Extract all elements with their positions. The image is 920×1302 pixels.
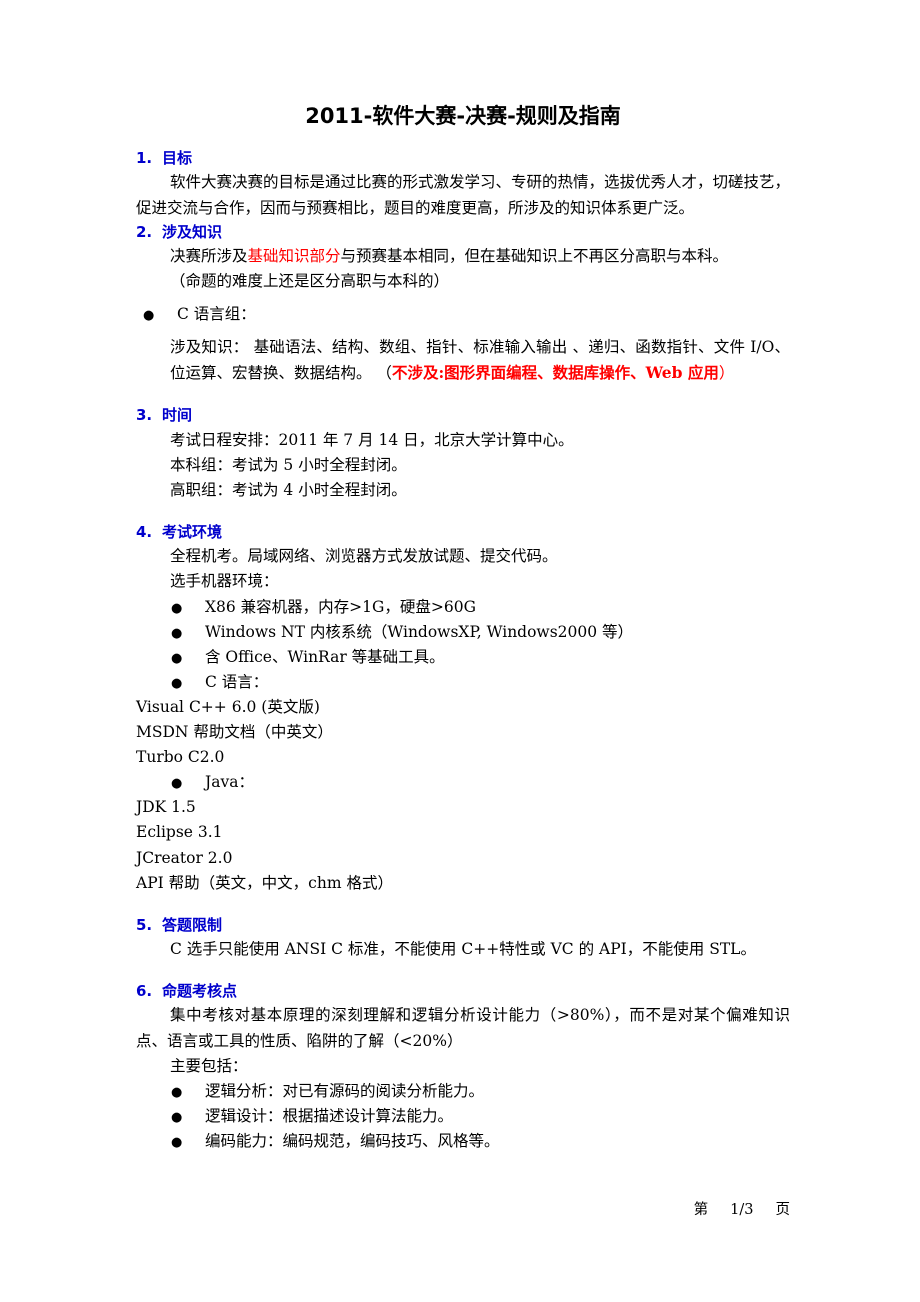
footer-suffix: 页 bbox=[775, 1202, 791, 1218]
section-heading-5: 5. 答题限制 bbox=[136, 914, 790, 937]
section-number-1: 1. bbox=[136, 149, 153, 168]
section-1-body: 软件大赛决赛的目标是通过比赛的形式激发学习、专研的热情，选拔优秀人才，切磋技艺，… bbox=[136, 173, 791, 217]
section-5-body: C 选手只能使用 ANSI C 标准，不能使用 C++特性或 VC 的 API，… bbox=[170, 940, 756, 959]
c-tool-turbo-c: Turbo C2.0 bbox=[136, 748, 225, 767]
bullet-dot-icon: ● bbox=[171, 1084, 183, 1100]
section-title-6: 命题考核点 bbox=[162, 982, 238, 1001]
section-title-3: 时间 bbox=[162, 406, 193, 425]
list-item-c-group: ● C 语言组： bbox=[143, 302, 790, 327]
c-tool-msdn: MSDN 帮助文档（中英文） bbox=[136, 723, 333, 742]
section-heading-2: 2. 涉及知识 bbox=[136, 221, 790, 244]
section-heading-4: 4. 考试环境 bbox=[136, 521, 790, 544]
list-item-label: 编码能力：编码规范，编码技巧、风格等。 bbox=[205, 1131, 500, 1150]
list-item-env-c-language: ● C 语言： bbox=[171, 670, 790, 695]
bullet-dot-icon: ● bbox=[143, 308, 155, 324]
section-4-line1: 全程机考。局域网络、浏览器方式发放试题、提交代码。 bbox=[170, 547, 558, 566]
page-title: 2011-软件大赛-决赛-规则及指南 bbox=[305, 104, 621, 128]
list-item-label: C 语言： bbox=[205, 672, 269, 691]
footer-prefix: 第 bbox=[693, 1202, 709, 1218]
list-item-label: Windows NT 内核系统（WindowsXP, Windows2000 等… bbox=[205, 622, 634, 641]
bullet-dot-icon: ● bbox=[171, 625, 183, 641]
section-title-2: 涉及知识 bbox=[162, 222, 223, 241]
list-item-label: C 语言组： bbox=[177, 305, 256, 324]
section-number-2: 2. bbox=[136, 222, 153, 241]
c-tool-visual-cpp: Visual C++ 6.0 (英文版) bbox=[136, 697, 320, 716]
list-item-env-java: ● Java： bbox=[171, 770, 790, 795]
section-3-line1: 考试日程安排：2011 年 7 月 14 日，北京大学计算中心。 bbox=[170, 430, 574, 449]
list-item-logic-design: ● 逻辑设计：根据描述设计算法能力。 bbox=[171, 1104, 790, 1129]
section-title-1: 目标 bbox=[162, 149, 193, 168]
section-number-4: 4. bbox=[136, 523, 153, 542]
section-4-line2: 选手机器环境： bbox=[170, 572, 279, 591]
section-6-intro: 主要包括： bbox=[170, 1056, 248, 1075]
bullet-dot-icon: ● bbox=[171, 776, 183, 792]
section-2-highlight: 基础知识部分 bbox=[247, 246, 341, 265]
java-tool-api-doc: API 帮助（英文，中文，chm 格式） bbox=[136, 873, 393, 892]
list-item-env-hardware: ● X86 兼容机器，内存>1G，硬盘>60G bbox=[171, 595, 790, 620]
section-6-body: 集中考核对基本原理的深刻理解和逻辑分析设计能力（>80%），而不是对某个偏难知识… bbox=[136, 1006, 790, 1050]
section-heading-1: 1. 目标 bbox=[136, 147, 790, 170]
list-item-label: 含 Office、WinRar 等基础工具。 bbox=[205, 647, 445, 666]
bullet-dot-icon: ● bbox=[171, 675, 183, 691]
list-item-label: X86 兼容机器，内存>1G，硬盘>60G bbox=[205, 597, 477, 616]
section-title-4: 考试环境 bbox=[162, 523, 223, 542]
section-2-line1-post: 与预赛基本相同，但在基础知识上不再区分高职与本科。 bbox=[340, 246, 729, 265]
bullet-dot-icon: ● bbox=[171, 600, 183, 616]
section-title-5: 答题限制 bbox=[162, 915, 223, 934]
section-2-line1-pre: 决赛所涉及 bbox=[170, 246, 248, 265]
bullet-dot-icon: ● bbox=[171, 1109, 183, 1125]
list-item-env-os: ● Windows NT 内核系统（WindowsXP, Windows2000… bbox=[171, 620, 790, 645]
section-2-knowledge: 涉及知识： 基础语法、结构、数组、指针、标准输入输出 、递归、函数指针、文件 I… bbox=[170, 335, 790, 386]
section-2-line2: （命题的难度上还是区分高职与本科的） bbox=[170, 272, 450, 291]
document-body: 2011-软件大赛-决赛-规则及指南 1. 目标 软件大赛决赛的目标是通过比赛的… bbox=[136, 104, 790, 1154]
section-3-line3: 高职组：考试为 4 小时全程封闭。 bbox=[170, 480, 407, 499]
section-number-3: 3. bbox=[136, 406, 153, 425]
section-2-knowledge-post: ） bbox=[718, 364, 735, 383]
section-number-6: 6. bbox=[136, 982, 153, 1001]
section-3-line2: 本科组：考试为 5 小时全程封闭。 bbox=[170, 455, 407, 474]
section-number-5: 5. bbox=[136, 915, 153, 934]
section-heading-3: 3. 时间 bbox=[136, 404, 790, 427]
list-item-logic-analysis: ● 逻辑分析：对已有源码的阅读分析能力。 bbox=[171, 1079, 790, 1104]
page-footer: 第 1/3 页 bbox=[136, 1198, 790, 1219]
list-item-coding-ability: ● 编码能力：编码规范，编码技巧、风格等。 bbox=[171, 1129, 790, 1154]
document-page: 2011-软件大赛-决赛-规则及指南 1. 目标 软件大赛决赛的目标是通过比赛的… bbox=[0, 0, 920, 1302]
section-2-exclusions: 不涉及:图形界面编程、数据库操作、Web 应用 bbox=[391, 363, 719, 383]
list-item-env-tools: ● 含 Office、WinRar 等基础工具。 bbox=[171, 645, 790, 670]
list-item-label: Java： bbox=[205, 773, 254, 792]
java-tool-jcreator: JCreator 2.0 bbox=[136, 848, 233, 867]
java-tool-jdk: JDK 1.5 bbox=[136, 798, 196, 817]
section-2-line1: 决赛所涉及基础知识部分与预赛基本相同，但在基础知识上不再区分高职与本科。 bbox=[170, 244, 790, 269]
bullet-dot-icon: ● bbox=[171, 1134, 183, 1150]
footer-page-number: 1/3 bbox=[730, 1202, 754, 1218]
list-item-label: 逻辑分析：对已有源码的阅读分析能力。 bbox=[205, 1081, 485, 1100]
section-heading-6: 6. 命题考核点 bbox=[136, 980, 790, 1003]
java-tool-eclipse: Eclipse 3.1 bbox=[136, 823, 223, 842]
bullet-dot-icon: ● bbox=[171, 650, 183, 666]
list-item-label: 逻辑设计：根据描述设计算法能力。 bbox=[205, 1106, 454, 1125]
